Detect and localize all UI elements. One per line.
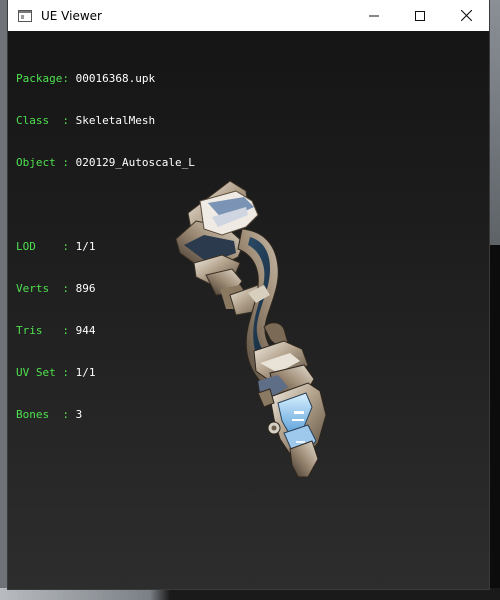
mesh-lower-section [257, 382, 327, 478]
maximize-icon [415, 10, 425, 21]
window-title: UE Viewer [41, 8, 102, 23]
maximize-button[interactable] [397, 0, 443, 31]
minimize-button[interactable] [351, 0, 397, 31]
window-controls [351, 0, 489, 31]
3d-viewport[interactable]: Package: 00016368.upk Class : SkeletalMe… [8, 31, 489, 589]
app-icon [18, 9, 32, 22]
background-console-window [488, 245, 500, 590]
title-bar[interactable]: UE Viewer [8, 0, 489, 31]
minimize-icon [369, 15, 379, 16]
ue-viewer-window[interactable]: UE Viewer Package: 00016368.upk Class : … [8, 0, 489, 589]
close-button[interactable] [443, 0, 489, 31]
background-desktop [488, 0, 500, 245]
close-icon [460, 10, 472, 21]
skeletal-mesh-render [175, 180, 327, 478]
background-taskbar-strip [0, 588, 500, 600]
